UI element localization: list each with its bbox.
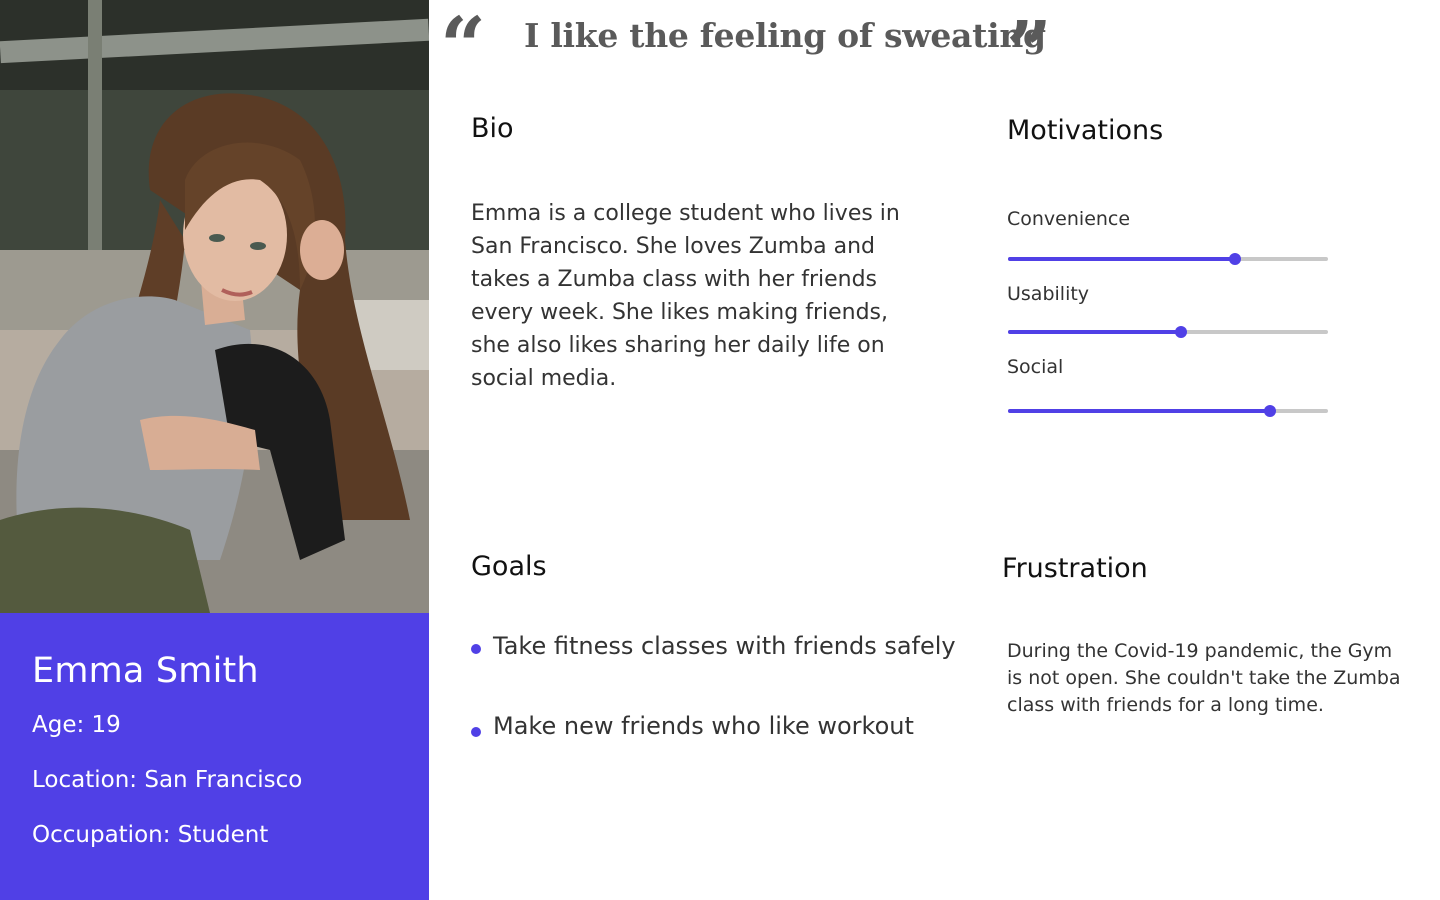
goal-text: Make new friends who like workout	[493, 712, 914, 740]
motivation-slider-fill	[1008, 409, 1271, 413]
goals-heading: Goals	[471, 551, 547, 582]
persona-quote: I like the feeling of sweating	[524, 16, 1046, 55]
bio-heading: Bio	[471, 113, 514, 144]
motivation-slider-fill	[1008, 257, 1236, 261]
bullet-icon	[471, 727, 481, 737]
motivation-label: Convenience	[1007, 208, 1131, 230]
persona-age: Age: 19	[32, 712, 121, 738]
persona-location: Location: San Francisco	[32, 767, 303, 793]
bio-text: Emma is a college student who lives in S…	[471, 201, 900, 391]
persona-name: Emma Smith	[32, 651, 259, 691]
frustration-heading: Frustration	[1002, 553, 1148, 584]
persona-photo	[0, 0, 429, 613]
motivation-slider-fill	[1008, 330, 1181, 334]
bullet-icon	[471, 644, 481, 654]
motivation-slider-thumb[interactable]	[1229, 253, 1242, 265]
open-quote-icon: “	[440, 0, 487, 93]
motivation-label: Usability	[1007, 283, 1090, 305]
motivation-slider-track	[1008, 253, 1328, 265]
persona-profile-card: Emma Smith Age: 19 Location: San Francis…	[0, 613, 429, 900]
motivation-label: Social	[1007, 356, 1064, 378]
persona-column: Emma Smith Age: 19 Location: San Francis…	[0, 0, 429, 900]
goal-text: Take fitness classes with friends safely	[493, 632, 956, 660]
motivation-slider-track	[1008, 326, 1328, 338]
frustration-text: During the Covid-19 pandemic, the Gym is…	[1007, 640, 1401, 716]
motivations-heading: Motivations	[1007, 115, 1164, 146]
persona-photo-illustration	[0, 0, 429, 613]
persona-occupation: Occupation: Student	[32, 822, 269, 848]
motivation-slider-thumb[interactable]	[1264, 405, 1277, 417]
motivation-slider-thumb[interactable]	[1174, 326, 1187, 338]
motivation-slider-track	[1008, 405, 1328, 417]
close-quote-icon: ”	[1006, 3, 1053, 97]
